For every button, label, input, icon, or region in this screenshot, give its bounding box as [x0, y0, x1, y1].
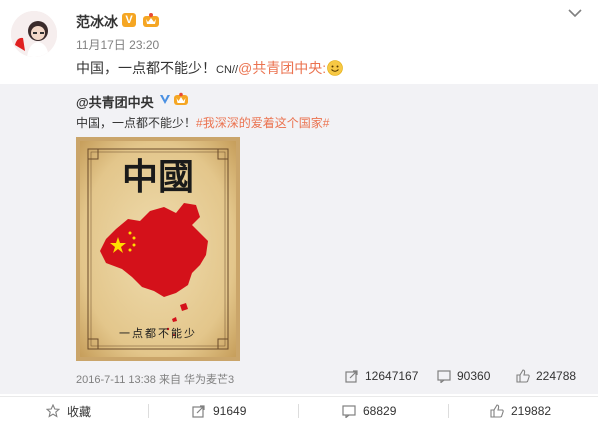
member-crown-icon[interactable]: [173, 92, 189, 106]
weibo-post-card: 范冰冰 V 11月17日 23:20 中国，一点都不能少！CN//@共青团中央:…: [0, 0, 598, 424]
repost-forward-count[interactable]: 12647167: [345, 369, 418, 383]
poster-slogan: 一点都不能少: [119, 326, 197, 340]
author-name[interactable]: 范冰冰: [76, 12, 118, 32]
verified-blue-icon: [160, 95, 170, 104]
forward-icon: [192, 405, 205, 418]
thumbs-up-icon: [490, 404, 504, 418]
post-timestamp[interactable]: 11月17日 23:20: [76, 36, 159, 53]
star-icon: [46, 404, 60, 418]
chevron-down-icon[interactable]: [568, 8, 582, 18]
comment-button[interactable]: 68829: [342, 397, 396, 425]
repost-button[interactable]: 91649: [192, 397, 246, 425]
comment-icon: [437, 370, 451, 383]
divider: [298, 404, 299, 418]
repost-like-count[interactable]: 224788: [516, 369, 576, 383]
post-body: 中国，一点都不能少！: [76, 60, 216, 76]
cn-tag: CN//: [216, 64, 238, 76]
verified-icon: V: [122, 13, 136, 27]
comment-icon: [342, 405, 356, 418]
comment-count: 68829: [363, 404, 397, 418]
forward-count-value: 12647167: [365, 369, 419, 383]
poster-title: 中國: [122, 156, 194, 198]
repost-comment-count[interactable]: 90360: [437, 369, 490, 383]
forward-icon: [345, 370, 358, 383]
divider: [148, 404, 149, 418]
post-text: 中国，一点都不能少！CN//@共青团中央:: [76, 58, 343, 78]
member-crown-icon[interactable]: [142, 12, 160, 28]
repost-box: @共青团中央 中国，一点都不能少！#我深深的爱着这个国家# 中國 一点都不能少 …: [0, 84, 598, 394]
thumbs-up-icon: [516, 369, 530, 383]
repost-meta[interactable]: 2016-7-11 13:38 来自 华为麦芒3: [76, 371, 234, 387]
action-bar: 收藏 91649 68829 219882: [0, 396, 598, 425]
mention-link[interactable]: @共青团中央:: [238, 60, 326, 76]
favorite-button[interactable]: 收藏: [46, 397, 91, 425]
repost-body: 中国，一点都不能少！: [76, 116, 197, 130]
repost-author[interactable]: @共青团中央: [76, 92, 154, 111]
divider: [448, 404, 449, 418]
like-count: 219882: [511, 404, 552, 418]
poster-image[interactable]: 中國 一点都不能少: [76, 137, 240, 361]
topic-link[interactable]: #我深深的爱着这个国家#: [196, 116, 329, 130]
author-avatar[interactable]: [11, 11, 57, 57]
like-count-value: 224788: [536, 369, 577, 383]
favorite-label: 收藏: [67, 404, 92, 419]
repost-count: 91649: [213, 404, 247, 418]
smile-emoji-icon: [327, 60, 343, 76]
like-button[interactable]: 219882: [490, 397, 551, 425]
comment-count-value: 90360: [457, 369, 491, 383]
repost-text: 中国，一点都不能少！#我深深的爱着这个国家#: [76, 114, 329, 131]
